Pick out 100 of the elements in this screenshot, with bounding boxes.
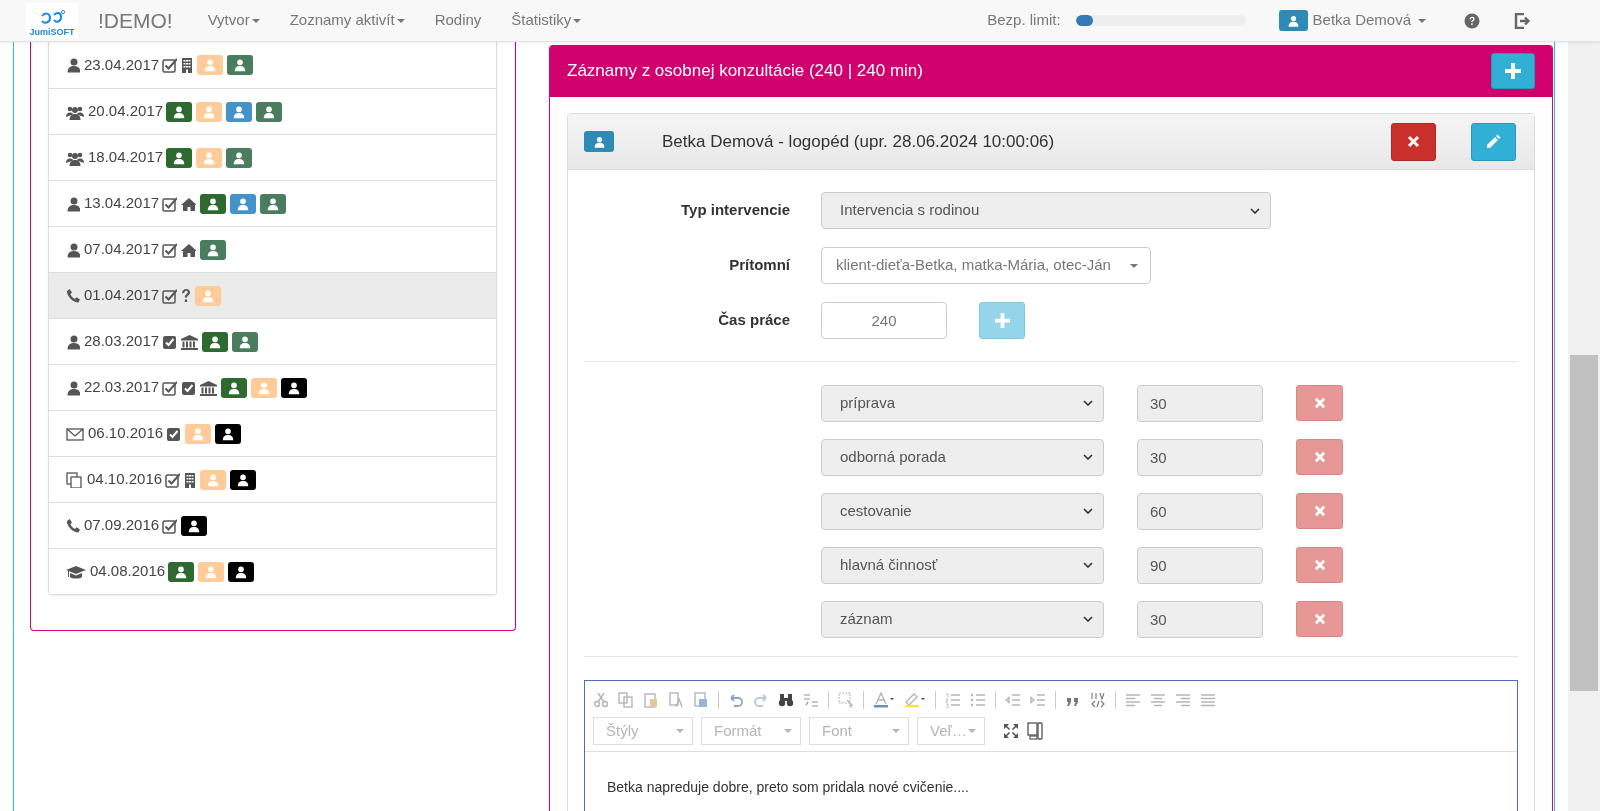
logo[interactable]: JumiSOFT [26, 2, 78, 39]
person-icon [66, 57, 80, 73]
activity-list-item[interactable]: 23.04.2017 [49, 42, 496, 88]
checked-box-icon [162, 333, 178, 350]
div-icon[interactable] [1090, 692, 1106, 708]
caret-icon [1130, 263, 1138, 268]
activity-list-item[interactable]: 20.04.2017 [49, 88, 496, 134]
activity-type-select[interactable]: cestovanie [821, 492, 1104, 530]
show-blocks-icon[interactable] [1027, 722, 1043, 740]
undo-icon[interactable] [728, 692, 744, 708]
edit-button[interactable] [1471, 122, 1516, 161]
activity-list-item[interactable]: 22.03.2017 [49, 364, 496, 410]
caret-icon [968, 729, 976, 733]
close-icon [1313, 451, 1326, 463]
person-icon [172, 104, 187, 119]
remove-button[interactable] [1296, 439, 1343, 475]
activity-list-item[interactable]: 06.10.2016 [49, 410, 496, 456]
activity-type-select[interactable]: príprava [821, 384, 1104, 422]
caret-icon [1418, 18, 1426, 23]
person-icon [236, 196, 251, 211]
menu-item[interactable]: Rodiny [419, 9, 497, 32]
building-icon [184, 471, 197, 488]
checked-box-icon [162, 379, 178, 396]
minutes-input[interactable]: 30 [1137, 384, 1263, 422]
intervention-type-select[interactable]: Intervencia s rodinou [821, 192, 1271, 229]
paste-text-icon[interactable] [668, 692, 684, 708]
brand-link[interactable]: !DEMO! [98, 4, 173, 37]
building-icon [181, 57, 194, 73]
activity-list-item[interactable]: 07.09.2016 [49, 502, 496, 548]
activity-list-item[interactable]: 01.04.2017 [49, 272, 496, 318]
paste-word-icon[interactable] [693, 692, 709, 708]
justify-icon[interactable] [1200, 692, 1216, 708]
attendees-dropdown[interactable]: klient-dieťa-Betka, matka-Mária, otec-Ján [821, 247, 1151, 284]
remove-button[interactable] [1296, 385, 1343, 421]
activity-list-item[interactable]: 07.04.2017 [49, 226, 496, 272]
remove-button[interactable] [1296, 547, 1343, 583]
menu-item[interactable]: Zoznamy aktivít [274, 9, 420, 32]
chevron-down-icon [1083, 508, 1093, 514]
checked-box-icon [165, 471, 181, 488]
align-center-icon[interactable] [1150, 692, 1166, 708]
highlight-icon[interactable] [904, 692, 926, 708]
close-icon [1313, 505, 1326, 517]
activity-date: 23.04.2017 [84, 54, 160, 75]
activity-list-item[interactable]: 04.10.2016 [49, 456, 496, 502]
minutes-input[interactable]: 30 [1137, 600, 1263, 638]
activity-list-item[interactable]: 28.03.2017 [49, 318, 496, 364]
indent-icon[interactable] [1030, 692, 1046, 708]
chevron-down-icon [1083, 616, 1093, 622]
activity-list-item[interactable]: 04.08.2016 [49, 548, 496, 594]
redo-icon[interactable] [753, 692, 769, 708]
work-time-input[interactable]: 240 [821, 302, 947, 339]
checked-box-icon [162, 57, 178, 73]
activity-list-item[interactable]: 18.04.2017 [49, 134, 496, 180]
checked-box-icon [166, 425, 182, 442]
delete-button[interactable] [1391, 122, 1436, 161]
activity-date: 13.04.2017 [84, 193, 160, 214]
cut-icon[interactable] [593, 692, 609, 708]
minutes-input[interactable]: 30 [1137, 438, 1263, 476]
paste-icon[interactable] [643, 692, 659, 708]
add-button[interactable] [1491, 53, 1535, 89]
help-icon[interactable] [1464, 12, 1480, 29]
user-menu[interactable]: Betka Demová [1278, 9, 1426, 32]
person-icon [592, 134, 606, 149]
activity-list-item[interactable]: 13.04.2017 [49, 180, 496, 226]
minutes-input[interactable]: 90 [1137, 546, 1263, 584]
person-icon [262, 104, 277, 119]
align-left-icon[interactable] [1125, 692, 1141, 708]
text-color-icon[interactable] [873, 692, 895, 708]
minutes-input[interactable]: 60 [1137, 492, 1263, 530]
person-icon [201, 288, 216, 303]
person-icon [221, 426, 236, 441]
menu-item[interactable]: Štatistiky [496, 9, 597, 32]
question-icon [181, 287, 192, 304]
activity-type-select[interactable]: hlavná činnosť [821, 546, 1104, 584]
numbered-list-icon[interactable] [945, 692, 961, 708]
bulleted-list-icon[interactable] [970, 692, 986, 708]
outdent-icon[interactable] [1005, 692, 1021, 708]
replace-icon[interactable] [803, 692, 819, 708]
remove-button[interactable] [1296, 493, 1343, 529]
binoculars-icon[interactable] [778, 692, 794, 708]
home-icon [181, 195, 197, 212]
checked-box-icon [162, 241, 178, 258]
activity-type-select[interactable]: záznam [821, 600, 1104, 638]
phone-icon [66, 287, 80, 304]
logout-icon[interactable] [1514, 12, 1531, 29]
align-right-icon[interactable] [1175, 692, 1191, 708]
maximize-icon[interactable] [1003, 723, 1019, 739]
person-icon [172, 150, 187, 165]
plus-icon [1505, 63, 1521, 79]
remove-button[interactable] [1296, 601, 1343, 637]
scrollbar-thumb[interactable] [1570, 355, 1598, 691]
copy-icon[interactable] [618, 692, 634, 708]
menu-item[interactable]: Vytvor [192, 9, 275, 32]
add-activity-button[interactable] [979, 302, 1025, 339]
select-all-icon[interactable] [838, 692, 854, 708]
close-icon [1313, 397, 1326, 409]
person-icon [187, 518, 202, 533]
editor-text: Betka napreduje dobre, preto som pridala nové cvičenie.... [607, 778, 970, 797]
activity-type-select[interactable]: odborná porada [821, 438, 1104, 476]
person-icon [206, 472, 221, 487]
